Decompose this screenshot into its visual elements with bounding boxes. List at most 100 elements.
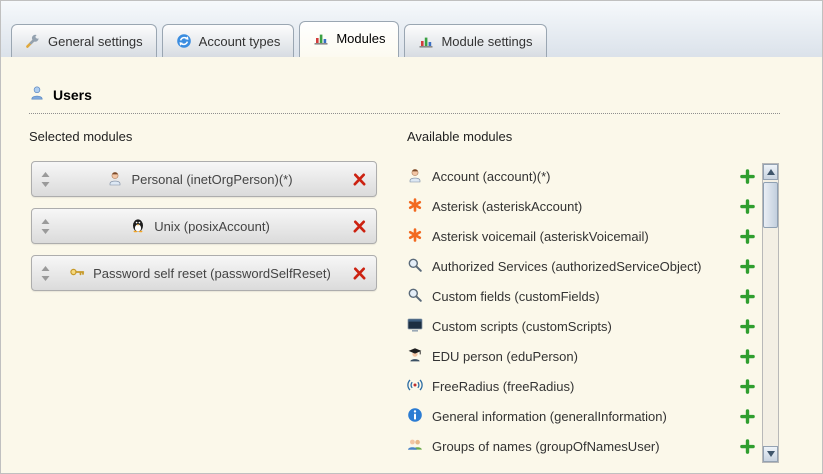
person-icon	[107, 170, 123, 189]
user-icon	[29, 85, 45, 104]
add-module-button[interactable]	[737, 169, 757, 184]
plus-icon	[740, 409, 755, 424]
add-module-button[interactable]	[737, 259, 757, 274]
refresh-icon	[176, 33, 192, 49]
available-module-label: Asterisk voicemail (asteriskVoicemail)	[432, 229, 728, 244]
selected-module: Personal (inetOrgPerson)(*)	[51, 170, 349, 189]
person-icon	[407, 167, 423, 186]
scroll-down-button[interactable]	[763, 446, 778, 462]
asterisk-icon	[407, 197, 423, 216]
available-module-row: Groups of names (groupOfNamesUser)	[407, 431, 757, 461]
remove-module-button[interactable]	[349, 172, 369, 187]
selected-module-row[interactable]: Personal (inetOrgPerson)(*)	[31, 161, 377, 197]
remove-module-button[interactable]	[349, 219, 369, 234]
selected-module-row[interactable]: Password self reset (passwordSelfReset)	[31, 255, 377, 291]
tab-label: Modules	[336, 31, 385, 46]
tab-strip: General settings Account types	[11, 21, 547, 58]
add-module-button[interactable]	[737, 409, 757, 424]
tab-label: General settings	[48, 34, 143, 49]
graduate-icon	[407, 347, 423, 366]
radio-icon	[407, 377, 423, 396]
plus-icon	[740, 199, 755, 214]
scrollbar-track[interactable]	[763, 180, 778, 446]
plus-icon	[740, 379, 755, 394]
magnifier-icon	[407, 257, 423, 276]
available-module-label: Asterisk (asteriskAccount)	[432, 199, 728, 214]
selected-modules-list: Personal (inetOrgPerson)(*)	[31, 161, 377, 291]
drag-handle-icon[interactable]	[39, 219, 51, 234]
plus-icon	[740, 349, 755, 364]
tab-general-settings[interactable]: General settings	[11, 24, 157, 58]
arrow-down-icon	[767, 451, 775, 457]
available-module-label: Groups of names (groupOfNamesUser)	[432, 439, 728, 454]
tab-label: Module settings	[441, 34, 532, 49]
selected-module-label: Unix (posixAccount)	[154, 219, 270, 234]
chart-icon	[313, 30, 329, 46]
remove-module-button[interactable]	[349, 266, 369, 281]
tab-modules[interactable]: Modules	[299, 21, 399, 58]
add-module-button[interactable]	[737, 439, 757, 454]
selected-module-label: Personal (inetOrgPerson)(*)	[131, 172, 292, 187]
lam-configuration-page: General settings Account types	[0, 0, 823, 474]
terminal-icon	[407, 317, 423, 336]
delete-x-icon	[352, 172, 367, 187]
tab-bar: General settings Account types	[1, 1, 822, 58]
delete-x-icon	[352, 219, 367, 234]
available-module-row: Asterisk voicemail (asteriskVoicemail)	[407, 221, 757, 251]
available-module-row: Custom fields (customFields)	[407, 281, 757, 311]
available-module-row: General information (generalInformation)	[407, 401, 757, 431]
available-module-row: FreeRadius (freeRadius)	[407, 371, 757, 401]
available-module-label: Account (account)(*)	[432, 169, 728, 184]
available-modules-heading: Available modules	[407, 129, 512, 144]
group-icon	[407, 437, 423, 456]
drag-handle-icon[interactable]	[39, 266, 51, 281]
drag-handle-icon[interactable]	[39, 172, 51, 187]
tools-icon	[25, 33, 41, 49]
selected-modules-heading: Selected modules	[29, 129, 132, 144]
selected-module: Password self reset (passwordSelfReset)	[51, 264, 349, 283]
tab-account-types[interactable]: Account types	[162, 24, 295, 58]
add-module-button[interactable]	[737, 199, 757, 214]
available-module-row: Asterisk (asteriskAccount)	[407, 191, 757, 221]
tab-label: Account types	[199, 34, 281, 49]
plus-icon	[740, 259, 755, 274]
available-module-row: Authorized Services (authorizedServiceOb…	[407, 251, 757, 281]
section-divider	[29, 113, 780, 114]
tab-module-settings[interactable]: Module settings	[404, 24, 546, 58]
add-module-button[interactable]	[737, 349, 757, 364]
account-type-header: Users	[29, 85, 92, 104]
asterisk-icon	[407, 227, 423, 246]
available-module-row: Account (account)(*)	[407, 161, 757, 191]
available-module-row: EDU person (eduPerson)	[407, 341, 757, 371]
add-module-button[interactable]	[737, 289, 757, 304]
plus-icon	[740, 169, 755, 184]
available-modules-scrollbar[interactable]	[762, 163, 779, 463]
section-title: Users	[53, 87, 92, 103]
selected-module-row[interactable]: Unix (posixAccount)	[31, 208, 377, 244]
key-icon	[69, 264, 85, 283]
plus-icon	[740, 289, 755, 304]
delete-x-icon	[352, 266, 367, 281]
plus-icon	[740, 319, 755, 334]
scroll-up-button[interactable]	[763, 164, 778, 180]
plus-icon	[740, 439, 755, 454]
magnifier-icon	[407, 287, 423, 306]
available-module-label: General information (generalInformation)	[432, 409, 728, 424]
scrollbar-thumb[interactable]	[763, 182, 778, 228]
add-module-button[interactable]	[737, 379, 757, 394]
selected-module: Unix (posixAccount)	[51, 217, 349, 236]
available-modules-list: Account (account)(*)	[407, 161, 757, 461]
available-module-label: Authorized Services (authorizedServiceOb…	[432, 259, 728, 274]
available-module-label: Custom scripts (customScripts)	[432, 319, 728, 334]
available-module-label: FreeRadius (freeRadius)	[432, 379, 728, 394]
selected-module-label: Password self reset (passwordSelfReset)	[93, 266, 331, 281]
info-icon	[407, 407, 423, 426]
chart-icon	[418, 33, 434, 49]
modules-tab-content: Users Selected modules Available modules	[1, 57, 822, 473]
available-module-label: Custom fields (customFields)	[432, 289, 728, 304]
arrow-up-icon	[767, 169, 775, 175]
add-module-button[interactable]	[737, 229, 757, 244]
available-module-label: EDU person (eduPerson)	[432, 349, 728, 364]
add-module-button[interactable]	[737, 319, 757, 334]
available-module-row: Custom scripts (customScripts)	[407, 311, 757, 341]
